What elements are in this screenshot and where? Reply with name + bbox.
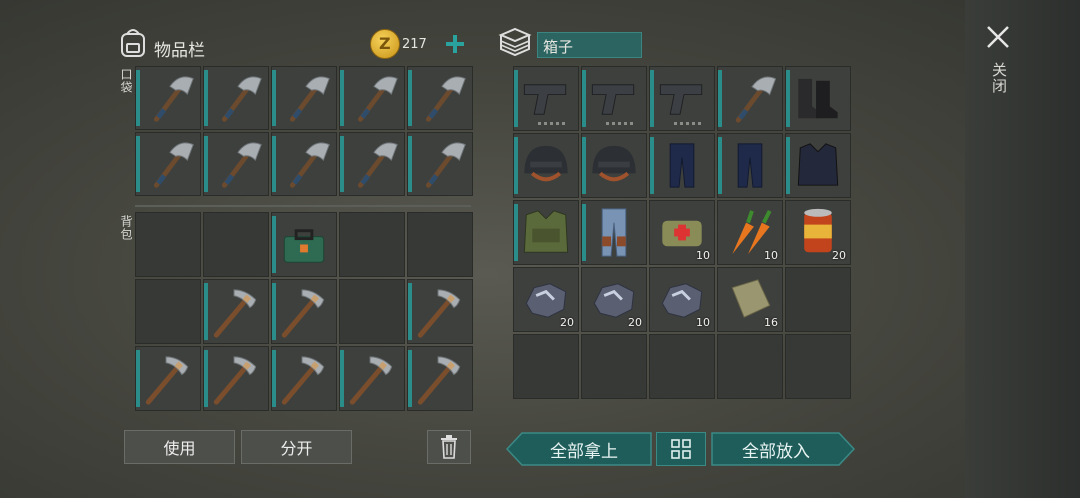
- item-count: 20: [628, 316, 642, 329]
- item-slot[interactable]: 10: [717, 200, 783, 265]
- inventory-title: 物品栏: [154, 41, 205, 61]
- sort-grid-icon: [671, 439, 691, 459]
- item-slot[interactable]: [785, 267, 851, 332]
- item-slot[interactable]: [649, 133, 715, 198]
- item-slot[interactable]: [339, 212, 405, 277]
- item-slot[interactable]: [785, 133, 851, 198]
- item-count: 10: [764, 249, 778, 262]
- item-slot[interactable]: [271, 212, 337, 277]
- backpack-icon: [118, 26, 148, 58]
- item-slot[interactable]: [271, 132, 337, 196]
- ammo-dots: [538, 122, 568, 125]
- item-slot[interactable]: [203, 132, 269, 196]
- box-grid: 10 10 20 20 20 10 16: [513, 66, 851, 412]
- item-slot[interactable]: [339, 346, 405, 411]
- backpack-grid: [135, 212, 473, 411]
- item-slot[interactable]: [203, 346, 269, 411]
- item-slot[interactable]: [581, 133, 647, 198]
- coin-count: 217: [402, 37, 427, 52]
- item-slot[interactable]: [581, 66, 647, 131]
- box-icon: [497, 26, 533, 58]
- item-slot[interactable]: [135, 66, 201, 130]
- backpack-label: 背包: [119, 215, 133, 241]
- trash-button[interactable]: [427, 430, 471, 464]
- item-slot[interactable]: [203, 212, 269, 277]
- item-slot[interactable]: [203, 66, 269, 130]
- put-all-button[interactable]: 全部放入: [712, 432, 840, 466]
- add-coins-button[interactable]: [442, 30, 468, 58]
- item-slot[interactable]: 20: [581, 267, 647, 332]
- box-name-field[interactable]: 箱子: [537, 32, 642, 58]
- close-label: 关闭: [990, 62, 1008, 94]
- item-slot[interactable]: [513, 66, 579, 131]
- coin-icon: Z: [370, 29, 400, 59]
- side-panel: [965, 0, 1080, 498]
- item-slot[interactable]: [339, 66, 405, 130]
- item-slot[interactable]: [135, 212, 201, 277]
- item-slot[interactable]: [581, 200, 647, 265]
- pocket-grid: [135, 66, 473, 196]
- item-slot[interactable]: [513, 334, 579, 399]
- item-count: 20: [560, 316, 574, 329]
- use-button[interactable]: 使用: [124, 430, 235, 464]
- item-slot[interactable]: [513, 200, 579, 265]
- item-slot[interactable]: [649, 334, 715, 399]
- box-title: 箱子: [543, 38, 574, 56]
- item-slot[interactable]: [717, 66, 783, 131]
- item-slot[interactable]: 10: [649, 200, 715, 265]
- item-slot[interactable]: [339, 132, 405, 196]
- divider: [135, 205, 471, 207]
- ammo-dots: [674, 122, 704, 125]
- pockets-label: 口袋: [119, 68, 133, 94]
- item-slot[interactable]: [785, 334, 851, 399]
- item-slot[interactable]: [513, 133, 579, 198]
- item-slot[interactable]: [649, 66, 715, 131]
- item-slot[interactable]: [271, 66, 337, 130]
- item-slot[interactable]: [339, 279, 405, 344]
- take-all-button[interactable]: 全部拿上: [520, 432, 648, 466]
- item-slot[interactable]: 20: [785, 200, 851, 265]
- ammo-dots: [606, 122, 636, 125]
- item-slot[interactable]: [785, 66, 851, 131]
- close-icon: [987, 26, 1009, 48]
- item-count: 16: [764, 316, 778, 329]
- item-slot[interactable]: [407, 66, 473, 130]
- item-count: 10: [696, 249, 710, 262]
- item-slot[interactable]: 16: [717, 267, 783, 332]
- item-slot[interactable]: [407, 346, 473, 411]
- item-slot[interactable]: [203, 279, 269, 344]
- item-slot[interactable]: 10: [649, 267, 715, 332]
- item-slot[interactable]: [135, 132, 201, 196]
- close-button[interactable]: [985, 24, 1011, 50]
- item-slot[interactable]: [271, 346, 337, 411]
- item-slot[interactable]: [407, 212, 473, 277]
- item-slot[interactable]: 20: [513, 267, 579, 332]
- item-slot[interactable]: [717, 133, 783, 198]
- item-slot[interactable]: [135, 346, 201, 411]
- sort-button[interactable]: [656, 432, 706, 466]
- trash-icon: [441, 435, 457, 459]
- item-slot[interactable]: [717, 334, 783, 399]
- item-count: 20: [832, 249, 846, 262]
- item-slot[interactable]: [407, 279, 473, 344]
- item-slot[interactable]: [581, 334, 647, 399]
- item-count: 10: [696, 316, 710, 329]
- item-slot[interactable]: [135, 279, 201, 344]
- item-slot[interactable]: [271, 279, 337, 344]
- item-slot[interactable]: [407, 132, 473, 196]
- split-button[interactable]: 分开: [241, 430, 352, 464]
